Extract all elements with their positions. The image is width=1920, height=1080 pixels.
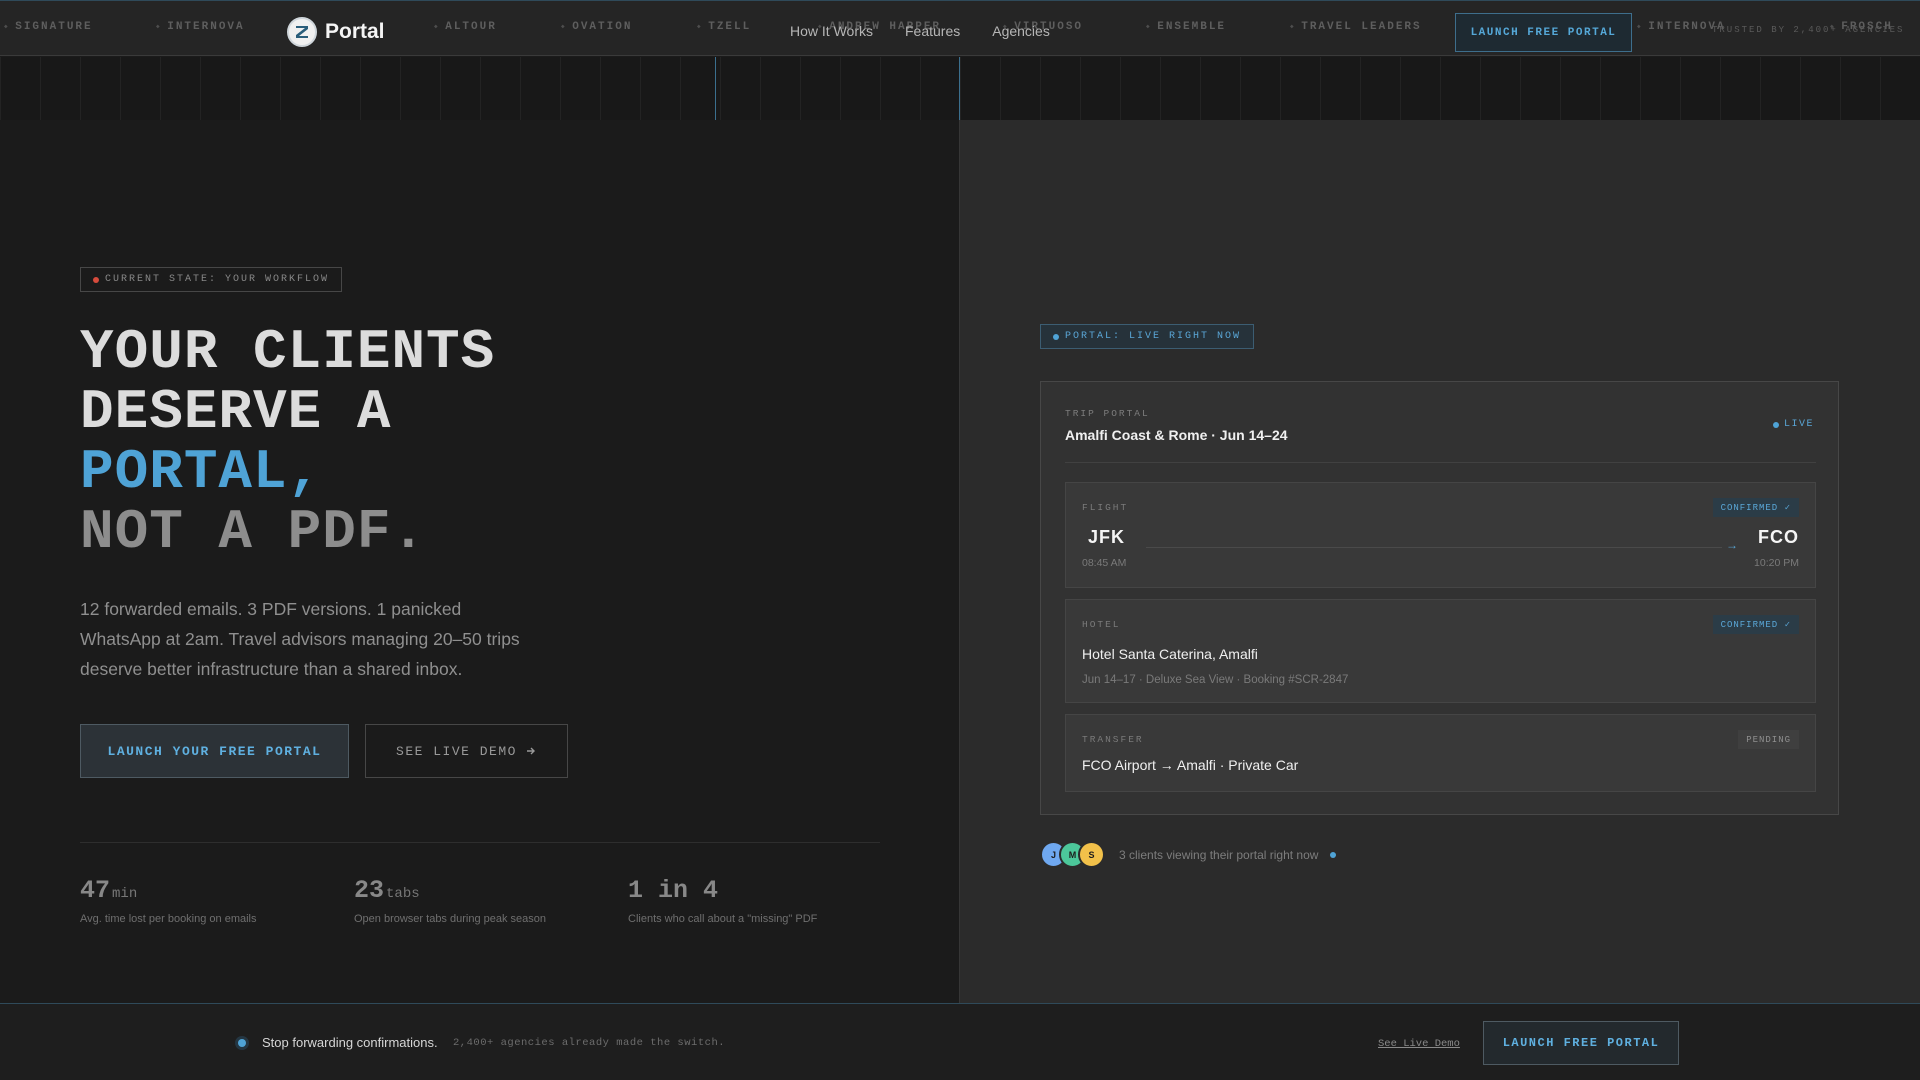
- avatar: S: [1078, 841, 1105, 868]
- current-state-label: CURRENT STATE: YOUR WORKFLOW: [105, 274, 330, 285]
- divider: [80, 842, 880, 843]
- segment-label: FLIGHT: [1082, 502, 1129, 513]
- stat-number: 23: [354, 876, 385, 905]
- live-dot-icon: [1772, 421, 1779, 428]
- nav-links: How It Works Features Agencies: [790, 23, 1050, 39]
- grid-accent-line: [715, 57, 716, 120]
- trip-title: Amalfi Coast & Rome · Jun 14–24: [1065, 427, 1288, 443]
- transfer-route: FCO Airport → Amalfi · Private Car: [1082, 757, 1299, 773]
- cta-bar-launch-button[interactable]: LAUNCH FREE PORTAL: [1483, 1021, 1679, 1065]
- hero-subtitle: 12 forwarded emails. 3 PDF versions. 1 p…: [80, 599, 520, 679]
- arrival-time: 10:20 PM: [1754, 557, 1799, 569]
- launch-portal-button[interactable]: LAUNCH YOUR FREE PORTAL: [80, 724, 349, 778]
- stat-description: Clients who call about a "missing" PDF: [628, 913, 818, 925]
- grid-accent-line: [959, 57, 960, 120]
- top-nav: SIGNATURE INTERNOVA ALTOUR OVATION TZELL…: [0, 0, 1920, 56]
- portal-live-badge: PORTAL: LIVE RIGHT NOW: [1040, 324, 1255, 349]
- status-badge: PENDING: [1738, 730, 1799, 749]
- flight-segment[interactable]: FLIGHT CONFIRMED ✓ JFK → FCO 08:45 AM 10…: [1065, 482, 1816, 588]
- see-live-demo-link[interactable]: See Live Demo: [1378, 1038, 1460, 1050]
- nav-link-features[interactable]: Features: [905, 23, 960, 39]
- see-live-demo-label: SEE LIVE DEMO: [396, 743, 517, 759]
- nav-launch-button[interactable]: LAUNCH FREE PORTAL: [1455, 13, 1632, 52]
- hero-title-line: NOT A PDF.: [80, 500, 427, 564]
- live-dot-icon: [1053, 333, 1059, 340]
- hero-title-line: YOUR CLIENTS: [80, 320, 496, 384]
- departure-time: 08:45 AM: [1082, 557, 1127, 569]
- status-dot-icon: [238, 1039, 246, 1047]
- hero-title: YOUR CLIENTS DESERVE A PORTAL, NOT A PDF…: [80, 322, 495, 562]
- nav-link-how-it-works[interactable]: How It Works: [790, 23, 873, 39]
- brand-name: Portal: [325, 20, 385, 43]
- ticker-item: INTERNOVA: [156, 21, 245, 33]
- live-label: LIVE: [1783, 419, 1814, 430]
- ticker-item: OVATION: [561, 21, 632, 33]
- ticker-item: ALTOUR: [434, 21, 497, 33]
- viewers-text: 3 clients viewing their portal right now: [1119, 847, 1319, 862]
- stat-unit: min: [112, 886, 138, 902]
- ticker-item: SIGNATURE: [4, 21, 93, 33]
- nav-link-agencies[interactable]: Agencies: [992, 23, 1050, 39]
- trusted-by-label: TRUSTED BY 2,400+ AGENCIES: [1712, 25, 1905, 35]
- live-indicator: LIVE: [1772, 419, 1814, 430]
- portal-logo-icon: [287, 17, 317, 47]
- ticker-item: TZELL: [697, 21, 751, 33]
- hero-title-line: DESERVE A: [80, 380, 392, 444]
- transfer-segment[interactable]: TRANSFER PENDING FCO Airport → Amalfi · …: [1065, 714, 1816, 792]
- trip-portal-card: TRIP PORTAL Amalfi Coast & Rome · Jun 14…: [1040, 381, 1839, 815]
- hotel-segment[interactable]: HOTEL CONFIRMED ✓ Hotel Santa Caterina, …: [1065, 599, 1816, 703]
- arrow-right-icon: [526, 747, 535, 755]
- card-eyebrow: TRIP PORTAL: [1065, 408, 1150, 419]
- see-live-demo-button[interactable]: SEE LIVE DEMO: [365, 724, 568, 778]
- pulse-dot-icon: [1330, 851, 1337, 858]
- cta-bar-headline: Stop forwarding confirmations.: [262, 1035, 438, 1050]
- stat-number: 1 in 4: [628, 876, 719, 905]
- hotel-name: Hotel Santa Caterina, Amalfi: [1082, 646, 1258, 662]
- current-state-badge: CURRENT STATE: YOUR WORKFLOW: [80, 267, 343, 292]
- stat-number: 47: [80, 876, 111, 905]
- segment-label: TRANSFER: [1082, 734, 1144, 745]
- card-divider: [1065, 462, 1816, 463]
- ticker-item: TRAVEL LEADERS: [1290, 21, 1422, 33]
- portal-live-label: PORTAL: LIVE RIGHT NOW: [1065, 331, 1242, 342]
- stat-emails: 47 min Avg. time lost per booking on emai…: [80, 876, 257, 925]
- stat-description: Avg. time lost per booking on emails: [80, 913, 257, 925]
- ticker-item: ENSEMBLE: [1146, 21, 1226, 33]
- hotel-detail: Jun 14–17 · Deluxe Sea View · Booking #S…: [1082, 674, 1349, 686]
- stat-unit: tabs: [386, 886, 420, 902]
- stat-tabs: 23 tabs Open browser tabs during peak sea…: [354, 876, 546, 925]
- status-badge: CONFIRMED ✓: [1712, 498, 1799, 517]
- alert-dot-icon: [93, 276, 99, 283]
- status-badge: CONFIRMED ✓: [1712, 615, 1799, 634]
- segment-label: HOTEL: [1082, 619, 1121, 630]
- brand-logo-link[interactable]: Portal: [287, 17, 385, 47]
- sticky-cta-bar: Stop forwarding confirmations. 2,400+ ag…: [0, 1003, 1920, 1080]
- stat-description: Open browser tabs during peak season: [354, 913, 547, 925]
- decorative-grid: [0, 57, 1920, 120]
- plane-arrow-icon: →: [1726, 538, 1738, 552]
- cta-bar-subtext: 2,400+ agencies already made the switch.: [453, 1037, 726, 1049]
- route-line: [1146, 547, 1722, 548]
- stat-missing-pdf: 1 in 4 Clients who call about a "missing…: [628, 876, 817, 925]
- live-viewers: J M S 3 clients viewing their portal rig…: [1040, 841, 1337, 868]
- origin-airport: JFK: [1088, 527, 1126, 547]
- destination-airport: FCO: [1758, 527, 1799, 547]
- hero-title-accent: PORTAL,: [80, 440, 323, 504]
